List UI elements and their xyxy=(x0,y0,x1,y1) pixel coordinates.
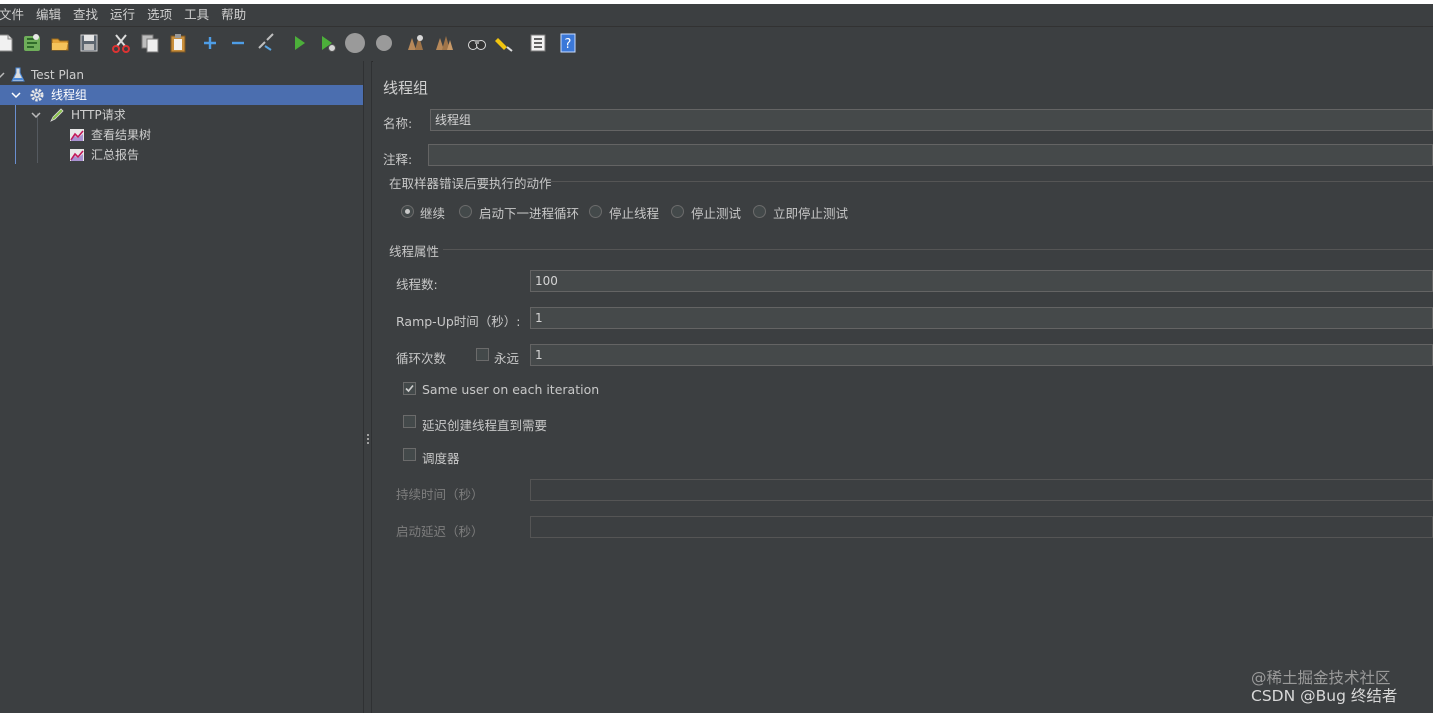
tree-item-label: Test Plan xyxy=(31,68,84,82)
tree-item-test-plan[interactable]: Test Plan xyxy=(0,65,363,85)
toggle-icon[interactable] xyxy=(255,32,277,54)
chevron-down-icon[interactable] xyxy=(30,109,42,121)
name-label: 名称: xyxy=(383,116,413,131)
radio-stop-test-now-label: 立即停止测试 xyxy=(773,206,849,221)
loop-count-field[interactable]: 1 xyxy=(530,344,1433,366)
splitter-grip-dot xyxy=(367,438,369,440)
scheduler-checkbox[interactable] xyxy=(403,448,416,461)
pane-splitter[interactable] xyxy=(363,61,372,713)
radio-start-next-loop[interactable] xyxy=(459,205,472,218)
tree-item-thread-group[interactable]: 线程组 xyxy=(0,85,363,105)
radio-start-next-loop-label: 启动下一进程循环 xyxy=(479,206,580,221)
tree-item-summary-report[interactable]: 汇总报告 xyxy=(0,145,363,165)
start-icon[interactable] xyxy=(288,32,310,54)
section-divider xyxy=(443,249,1433,250)
cut-icon[interactable] xyxy=(110,32,132,54)
rampup-label: Ramp-Up时间（秒）: xyxy=(396,314,521,329)
name-field[interactable]: 线程组 xyxy=(430,109,1433,131)
copy-icon[interactable] xyxy=(139,32,161,54)
menu-tools[interactable]: 工具 xyxy=(178,4,215,26)
delay-create-label: 延迟创建线程直到需要 xyxy=(422,418,548,433)
radio-stop-test[interactable] xyxy=(671,205,684,218)
duration-label: 持续时间（秒） xyxy=(396,487,484,502)
listener-chart-icon xyxy=(70,149,84,161)
radio-stop-test-label: 停止测试 xyxy=(691,206,742,221)
thread-group-panel: 线程组 名称: 线程组 注释: 在取样器错误后要执行的动作 继续 启动下一进程循… xyxy=(373,61,1433,713)
new-icon[interactable] xyxy=(0,32,16,54)
tree-item-http-request[interactable]: HTTP请求 xyxy=(0,105,363,125)
function-helper-icon[interactable] xyxy=(527,32,549,54)
radio-stop-thread[interactable] xyxy=(589,205,602,218)
tree-item-view-results-tree[interactable]: 查看结果树 xyxy=(0,125,363,145)
comment-label: 注释: xyxy=(383,152,413,167)
same-user-label: Same user on each iteration xyxy=(422,382,600,397)
check-icon xyxy=(405,384,414,393)
tree-item-label: 查看结果树 xyxy=(91,128,152,142)
watermark-csdn: CSDN @Bug 终结者 xyxy=(1251,687,1398,705)
save-icon[interactable] xyxy=(78,32,100,54)
shutdown-icon[interactable] xyxy=(373,32,395,54)
collapse-icon[interactable] xyxy=(227,32,249,54)
section-divider xyxy=(551,181,1433,182)
expand-icon[interactable] xyxy=(199,32,221,54)
tree-item-label: HTTP请求 xyxy=(71,108,126,122)
loop-count-label: 循环次数 xyxy=(396,351,447,366)
radio-stop-test-now[interactable] xyxy=(753,205,766,218)
thread-group-gear-icon xyxy=(30,88,44,102)
radio-stop-thread-label: 停止线程 xyxy=(609,206,660,221)
delay-create-checkbox[interactable] xyxy=(403,415,416,428)
svg-text:?: ? xyxy=(565,37,572,52)
paste-icon[interactable] xyxy=(167,32,189,54)
help-icon[interactable]: ? xyxy=(557,32,579,54)
radio-continue[interactable] xyxy=(401,205,414,218)
scheduler-label: 调度器 xyxy=(422,451,460,466)
threads-label: 线程数: xyxy=(396,277,438,292)
tree-item-label: 线程组 xyxy=(51,88,88,102)
search-icon[interactable] xyxy=(466,32,488,54)
stop-icon[interactable] xyxy=(344,32,366,54)
toolbar: ? xyxy=(0,26,1433,62)
clear-icon[interactable] xyxy=(404,32,426,54)
chevron-down-icon[interactable] xyxy=(0,69,6,81)
startup-delay-label: 启动延迟（秒） xyxy=(396,524,484,539)
same-user-checkbox[interactable] xyxy=(403,382,416,395)
open-icon[interactable] xyxy=(49,32,71,54)
test-plan-tree: Test Plan 线程组 HTTP请求 查看结果树 汇总报告 xyxy=(0,61,363,713)
clear-all-icon[interactable] xyxy=(433,32,455,54)
tree-item-label: 汇总报告 xyxy=(91,148,140,162)
splitter-grip-dot xyxy=(367,434,369,436)
page-title: 线程组 xyxy=(383,79,429,97)
start-no-pause-icon[interactable] xyxy=(316,32,338,54)
listener-chart-icon xyxy=(70,129,84,141)
menu-options[interactable]: 选项 xyxy=(141,4,178,26)
radio-continue-label: 继续 xyxy=(420,206,446,221)
duration-field[interactable] xyxy=(530,479,1433,501)
menu-search[interactable]: 查找 xyxy=(67,4,104,26)
chevron-down-icon[interactable] xyxy=(10,89,22,101)
menu-run[interactable]: 运行 xyxy=(104,4,141,26)
rampup-field[interactable]: 1 xyxy=(530,307,1433,329)
error-action-section-title: 在取样器错误后要执行的动作 xyxy=(389,176,552,191)
jmeter-window: 文件 编辑 查找 运行 选项 工具 帮助 ? Test Plan 线程组 HTT… xyxy=(0,4,1433,713)
startup-delay-field[interactable] xyxy=(530,516,1433,538)
menu-edit[interactable]: 编辑 xyxy=(30,4,67,26)
forever-label: 永远 xyxy=(494,351,520,366)
thread-props-section-title: 线程属性 xyxy=(389,244,440,259)
menu-help[interactable]: 帮助 xyxy=(215,4,252,26)
sampler-pen-icon xyxy=(50,108,64,122)
threads-field[interactable]: 100 xyxy=(530,270,1433,292)
menu-file[interactable]: 文件 xyxy=(0,4,30,26)
reset-search-icon[interactable] xyxy=(494,32,516,54)
splitter-grip-dot xyxy=(367,442,369,444)
menu-bar: 文件 编辑 查找 运行 选项 工具 帮助 xyxy=(0,4,1433,26)
test-plan-icon xyxy=(11,67,25,82)
forever-checkbox[interactable] xyxy=(476,348,489,361)
comment-field[interactable] xyxy=(428,144,1433,166)
templates-icon[interactable] xyxy=(21,32,43,54)
